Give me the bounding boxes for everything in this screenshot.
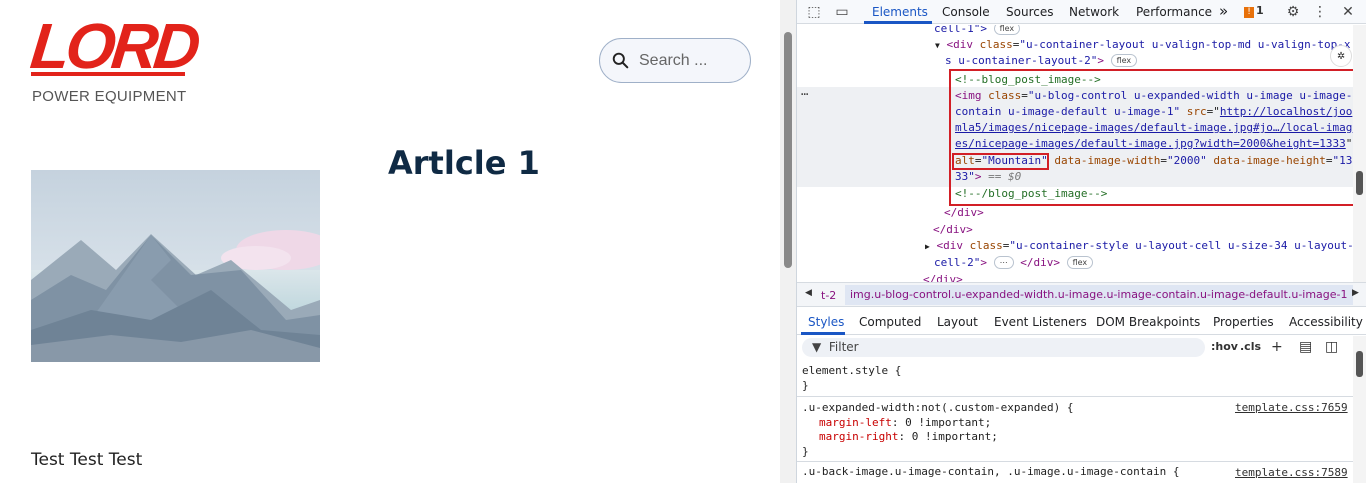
article-body-text: Test Test Test (31, 450, 143, 470)
lord-logo[interactable]: LORD POWER EQUIPMENT (27, 10, 200, 106)
issues-flag-icon: ! (1244, 7, 1254, 18)
article-image-mountain (31, 170, 320, 362)
active-tab-indicator (864, 21, 932, 24)
tab-computed[interactable]: Computed (859, 315, 921, 329)
tab-sources[interactable]: Sources (1006, 5, 1053, 19)
elements-scrollbar[interactable] (1353, 25, 1366, 282)
style-rule-close: } (802, 379, 809, 392)
style-source-link[interactable]: template.css:7659 (1235, 401, 1348, 415)
filter-funnel-icon: ▼ (812, 340, 822, 354)
dom-line[interactable]: s u-container-layout-2"> flex (945, 53, 1138, 69)
filter-input[interactable]: ▼ Filter (802, 338, 1205, 357)
page-scrollbar[interactable] (780, 0, 796, 483)
tab-accessibility[interactable]: Accessibility (1289, 315, 1363, 329)
styles-scrollbar-thumb[interactable] (1356, 351, 1363, 377)
devtools-panel: ⬚ ▭ Elements Console Sources Network Per… (796, 0, 1366, 483)
close-icon[interactable]: ✕ (1339, 3, 1357, 21)
sidebar-toggle-icon[interactable]: ◫ (1325, 339, 1338, 355)
logo-subtitle: POWER EQUIPMENT (32, 88, 187, 105)
breadcrumb-left-arrow-icon[interactable]: ◀ (805, 288, 812, 298)
style-source-link[interactable]: template.css:7589 (1235, 466, 1348, 480)
inspect-element-icon[interactable]: ⬚ (805, 3, 823, 21)
more-tabs-chevron-icon[interactable]: » (1219, 2, 1228, 20)
dom-line[interactable]: cell-2"> ⋯ </div> flex (934, 255, 1094, 271)
paint-brush-icon[interactable]: ▤ (1299, 339, 1312, 355)
new-rule-plus-icon[interactable]: + (1271, 339, 1283, 355)
styles-pane: element.style { } .u-expanded-width:not(… (797, 362, 1353, 483)
tab-properties[interactable]: Properties (1213, 315, 1274, 329)
annotation-highlight-box (949, 69, 1359, 206)
dom-line[interactable]: </div> (933, 222, 973, 238)
dom-line[interactable]: </div> (923, 272, 963, 282)
page-scrollbar-thumb[interactable] (784, 32, 792, 268)
style-property[interactable]: margin-left: 0 !important; (819, 416, 991, 430)
tab-console[interactable]: Console (942, 5, 990, 19)
article-title: Artlcle 1 (388, 144, 540, 182)
active-subtab-indicator (801, 332, 845, 335)
tab-performance[interactable]: Performance (1136, 5, 1212, 19)
dom-line[interactable]: ▶ <div class="u-container-style u-layout… (925, 238, 1354, 255)
styles-subtab-bar: Styles Computed Layout Event Listeners D… (797, 307, 1366, 335)
settings-gear-icon[interactable]: ⚙ (1284, 3, 1302, 21)
style-rule-selector[interactable]: .u-back-image.u-image-contain, .u-image.… (802, 465, 1180, 479)
accessibility-icon[interactable]: ✲ (1330, 45, 1352, 67)
tab-styles[interactable]: Styles (808, 315, 844, 329)
breadcrumb-right-arrow-icon[interactable]: ▶ (1352, 288, 1359, 298)
collapse-triangle-icon: ▶ (925, 242, 930, 251)
tab-layout[interactable]: Layout (937, 315, 978, 329)
hov-toggle[interactable]: :hov (1211, 340, 1238, 353)
tab-elements[interactable]: Elements (872, 5, 928, 19)
dom-line[interactable]: cell-1"> flex (934, 25, 1021, 37)
style-rule-selector[interactable]: element.style { (802, 364, 901, 378)
expand-triangle-icon: ▼ (935, 41, 940, 50)
breadcrumb: ◀ t-2 img.u-blog-control.u-expanded-widt… (797, 282, 1366, 307)
rule-divider (797, 461, 1353, 462)
more-options-icon[interactable]: ⋮ (1311, 3, 1329, 21)
logo-wordmark: LORD (27, 10, 201, 82)
node-more-dots-icon[interactable]: ⋯ (801, 87, 808, 101)
issues-badge[interactable]: ! 1 (1244, 4, 1264, 18)
device-toolbar-icon[interactable]: ▭ (833, 3, 851, 21)
devtools-tab-bar: ⬚ ▭ Elements Console Sources Network Per… (797, 0, 1366, 24)
style-rule-close: } (802, 445, 809, 458)
tab-network[interactable]: Network (1069, 5, 1119, 19)
dom-line[interactable]: </div> (944, 205, 984, 221)
rule-divider (797, 396, 1353, 397)
search-input[interactable] (639, 51, 739, 70)
annotation-alt-highlight (952, 153, 1049, 170)
search-icon (612, 52, 629, 69)
tab-event-listeners[interactable]: Event Listeners (994, 315, 1087, 329)
elements-scrollbar-thumb[interactable] (1356, 171, 1363, 195)
tab-dom-breakpoints[interactable]: DOM Breakpoints (1096, 315, 1200, 329)
breadcrumb-item[interactable]: t-2 (821, 289, 836, 302)
dom-line[interactable]: ▼ <div class="u-container-layout u-valig… (935, 37, 1350, 54)
elements-dom-tree: ⋯ cell-1"> flex ▼ <div class="u-containe… (797, 25, 1366, 282)
website-page: LORD POWER EQUIPMENT Artlcle 1 (0, 0, 780, 483)
cls-toggle[interactable]: .cls (1240, 340, 1261, 353)
breadcrumb-current[interactable]: img.u-blog-control.u-expanded-width.u-im… (845, 285, 1353, 305)
styles-scrollbar[interactable] (1353, 336, 1366, 483)
styles-filter-row: ▼ Filter :hov .cls + ▤ ◫ (797, 336, 1366, 360)
style-property[interactable]: margin-right: 0 !important; (819, 430, 998, 444)
logo-underline (31, 72, 185, 76)
style-rule-selector[interactable]: .u-expanded-width:not(.custom-expanded) … (802, 401, 1074, 415)
search-box[interactable] (599, 38, 751, 83)
